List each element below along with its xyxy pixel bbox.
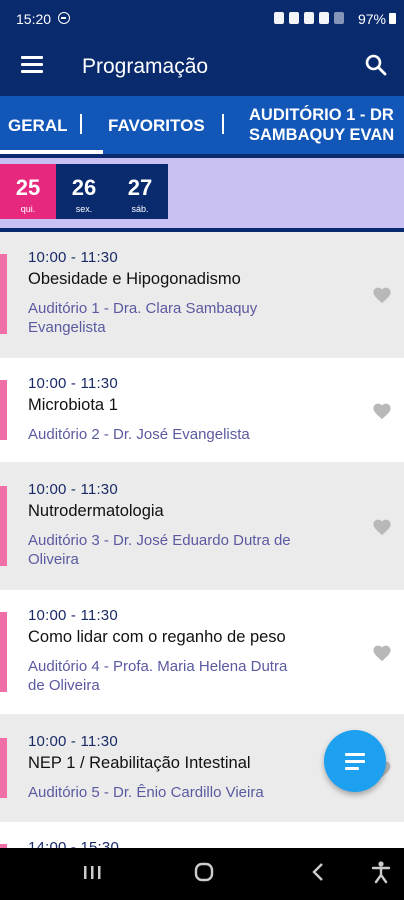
recent-apps-icon[interactable] <box>82 860 102 884</box>
date-25[interactable]: 25 qui. <box>0 164 56 219</box>
date-selector: 25 qui. 26 sex. 27 sáb. <box>0 158 404 228</box>
session-color-bar <box>0 612 7 692</box>
date-day: 26 <box>71 175 97 200</box>
status-icons <box>274 12 344 24</box>
session-time: 10:00 - 11:30 <box>28 733 118 750</box>
favorite-heart-icon[interactable] <box>372 518 392 536</box>
session-title: Obesidade e Hipogonadismo <box>28 270 241 288</box>
app-bar: Programação <box>0 38 404 96</box>
session-card[interactable]: 10:00 - 11:30 Nutrodermatologia Auditóri… <box>0 464 404 588</box>
session-time: 10:00 - 11:30 <box>28 607 118 624</box>
session-color-bar <box>0 380 7 440</box>
tab-favoritos[interactable]: FAVORITOS <box>108 116 205 136</box>
tab-separator <box>80 114 82 134</box>
page-title: Programação <box>82 55 209 78</box>
session-location: Auditório 4 - Profa. Maria Helena Dutra … <box>28 658 288 694</box>
session-title: Microbiota 1 <box>28 396 118 414</box>
session-time: 10:00 - 11:30 <box>28 249 118 266</box>
home-icon[interactable] <box>192 860 216 884</box>
session-title: Nutrodermatologia <box>28 502 164 520</box>
session-location: Auditório 1 - Dra. Clara Sambaquy Evange… <box>28 300 258 336</box>
favorite-heart-icon[interactable] <box>372 286 392 304</box>
date-weekday: qui. <box>20 204 36 214</box>
tab-bar: GERAL FAVORITOS AUDITÓRIO 1 - DR SAMBAQU… <box>0 96 404 154</box>
session-card[interactable]: 14:00 - 15:30 <box>0 822 404 848</box>
session-location: Auditório 3 - Dr. José Eduardo Dutra de … <box>28 532 291 568</box>
session-title: Como lidar com o reganho de peso <box>28 628 286 646</box>
status-time: 15:20 <box>16 11 52 27</box>
tab-auditorio-1[interactable]: AUDITÓRIO 1 - DR SAMBAQUY EVAN <box>249 105 394 145</box>
tab-auditorio-line1: AUDITÓRIO 1 - DR <box>249 106 394 124</box>
battery-percent: 97% <box>357 11 386 27</box>
tab-separator <box>222 114 224 134</box>
data-icon <box>319 12 329 24</box>
fab-line <box>345 767 359 770</box>
session-card[interactable]: 10:00 - 11:30 Microbiota 1 Auditório 2 -… <box>0 358 404 462</box>
back-icon[interactable] <box>308 860 328 884</box>
session-card[interactable]: 10:00 - 11:30 Obesidade e Hipogonadismo … <box>0 232 404 356</box>
fab-line <box>345 760 365 763</box>
date-weekday: sex. <box>75 204 93 214</box>
date-day: 25 <box>15 175 41 200</box>
session-time: 14:00 - 15:30 <box>28 839 120 848</box>
status-bar: 15:20 97% <box>0 0 404 38</box>
date-day: 27 <box>127 175 153 200</box>
session-color-bar <box>0 254 7 334</box>
system-navigation-bar <box>0 848 404 900</box>
accessibility-icon[interactable] <box>370 860 392 884</box>
mute-icon <box>289 12 299 24</box>
signal-icon <box>334 12 344 24</box>
filter-fab-button[interactable] <box>324 730 386 792</box>
session-title: NEP 1 / Reabilitação Intestinal <box>28 754 251 772</box>
fab-line <box>345 753 365 756</box>
sim-icon <box>274 12 284 24</box>
session-color-bar <box>0 486 7 566</box>
tab-geral[interactable]: GERAL <box>8 116 68 136</box>
session-location: Auditório 5 - Dr. Ênio Cardillo Vieira <box>28 784 264 801</box>
battery-icon <box>389 13 396 24</box>
wifi-icon <box>304 12 314 24</box>
session-card[interactable]: 10:00 - 11:30 Como lidar com o reganho d… <box>0 590 404 714</box>
date-27[interactable]: 27 sáb. <box>112 164 168 219</box>
session-color-bar <box>0 738 7 798</box>
session-location: Auditório 2 - Dr. José Evangelista <box>28 426 250 443</box>
search-icon[interactable] <box>364 53 388 77</box>
hamburger-menu-icon[interactable] <box>21 56 43 74</box>
session-time: 10:00 - 11:30 <box>28 375 118 392</box>
date-weekday: sáb. <box>131 204 149 214</box>
session-time: 10:00 - 11:30 <box>28 481 118 498</box>
favorite-heart-icon[interactable] <box>372 402 392 420</box>
date-26[interactable]: 26 sex. <box>56 164 112 219</box>
do-not-disturb-icon <box>58 12 70 24</box>
favorite-heart-icon[interactable] <box>372 644 392 662</box>
tab-auditorio-line2: SAMBAQUY EVAN <box>249 126 395 144</box>
